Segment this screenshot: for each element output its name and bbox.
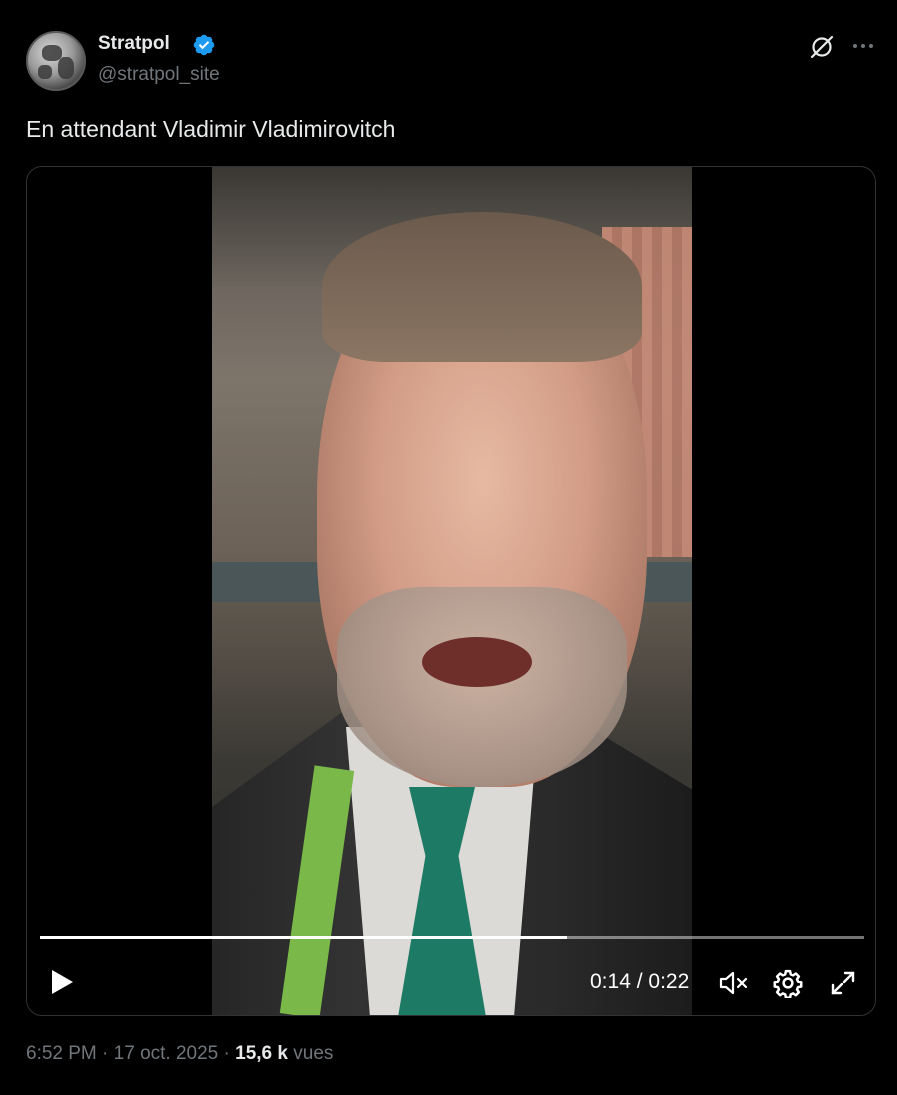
time-separator: / xyxy=(630,970,649,993)
more-icon[interactable] xyxy=(850,36,876,56)
grok-icon[interactable] xyxy=(808,33,836,61)
views-count: 15,6 k xyxy=(235,1043,288,1064)
video-player[interactable]: 0:14 / 0:22 xyxy=(26,166,876,1016)
play-button[interactable] xyxy=(47,967,77,997)
gear-icon[interactable] xyxy=(773,968,803,998)
expand-icon[interactable] xyxy=(828,968,858,998)
muted-speaker-icon[interactable] xyxy=(718,968,750,998)
post: Stratpol @stratpol_site En attendant Vla… xyxy=(0,0,897,1095)
post-date[interactable]: 17 oct. 2025 xyxy=(114,1043,219,1064)
video-time: 0:14 / 0:22 xyxy=(590,970,689,994)
video-progress-bar[interactable] xyxy=(40,936,864,939)
video-frame[interactable] xyxy=(212,167,692,1015)
author-name[interactable]: Stratpol xyxy=(98,33,170,55)
current-time: 0:14 xyxy=(590,970,631,993)
duration: 0:22 xyxy=(648,970,690,993)
post-time[interactable]: 6:52 PM xyxy=(26,1043,97,1064)
avatar[interactable] xyxy=(26,31,86,91)
post-text: En attendant Vladimir Vladimirovitch xyxy=(26,116,396,142)
meta-separator: · xyxy=(96,1043,114,1064)
views-label: vues xyxy=(293,1043,334,1064)
post-meta: 6:52 PM · 17 oct. 2025 · 15,6 k vues xyxy=(26,1043,333,1065)
verified-badge-icon xyxy=(193,34,215,56)
video-progress-fill xyxy=(40,936,568,939)
author-handle[interactable]: @stratpol_site xyxy=(98,64,220,86)
meta-separator: · xyxy=(218,1043,236,1064)
